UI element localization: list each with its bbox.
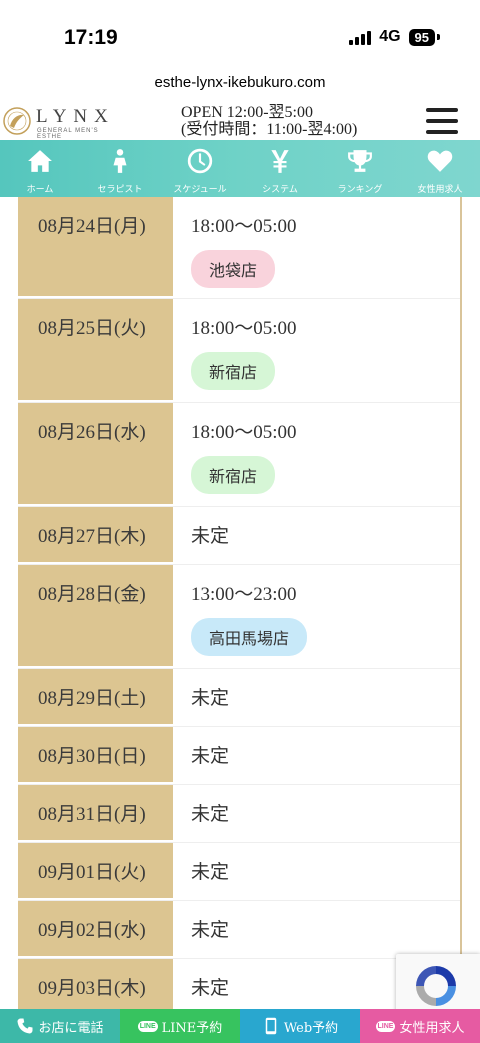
line-reserve-button[interactable]: LINE LINE予約: [120, 1009, 240, 1043]
schedule-row: 09月03日(木) 未定: [18, 959, 460, 1009]
smartphone-icon: [265, 1017, 277, 1035]
schedule-info: 18:00～05:00 新宿店: [173, 299, 460, 402]
store-badge[interactable]: 池袋店: [191, 250, 276, 288]
recruit-button[interactable]: LINE 女性用求人: [360, 1009, 480, 1043]
schedule-table: 08月24日(月) 18:00～05:00 池袋店 08月25日(火) 18:0…: [18, 197, 462, 1009]
schedule-date: 08月31日(月): [18, 785, 173, 842]
schedule-info: 未定: [173, 727, 460, 784]
schedule-date: 08月24日(月): [18, 197, 173, 298]
schedule-time: 18:00～05:00: [191, 216, 297, 237]
schedule-row: 08月26日(水) 18:00～05:00 新宿店: [18, 403, 460, 507]
call-store-button[interactable]: お店に電話: [0, 1009, 120, 1043]
call-store-label: お店に電話: [38, 1020, 104, 1036]
logo-text: LYNX: [36, 106, 115, 127]
schedule-info: 未定: [173, 669, 460, 726]
schedule-info: 18:00～05:00 池袋店: [173, 197, 460, 298]
schedule-date: 08月25日(火): [18, 299, 173, 402]
schedule-date: 08月26日(水): [18, 403, 173, 506]
schedule-date: 08月30日(日): [18, 727, 173, 784]
main-nav: ホーム セラピスト スケジュール システム ランキング 女性用求人: [0, 140, 480, 197]
schedule-time: 未定: [191, 862, 230, 883]
store-badge[interactable]: 高田馬場店: [191, 618, 308, 656]
battery-tip: [437, 34, 440, 40]
schedule-date: 09月01日(火): [18, 843, 173, 900]
status-time: 17:19: [64, 26, 118, 49]
schedule-info: 未定: [173, 901, 460, 958]
schedule-row: 08月27日(木) 未定: [18, 507, 460, 565]
battery-icon: 95: [408, 28, 435, 46]
address-bar-url[interactable]: esthe-lynx-ikebukuro.com: [0, 74, 480, 91]
network-label: 4G: [379, 28, 401, 45]
logo-mark-icon: [3, 107, 31, 135]
nav-label: スケジュール: [173, 185, 227, 195]
nav-item-system[interactable]: システム: [240, 140, 320, 197]
schedule-time: 未定: [191, 920, 230, 941]
nav-label: セラピスト: [97, 185, 143, 195]
schedule-row: 08月29日(土) 未定: [18, 669, 460, 727]
line-reserve-label: LINE予約: [161, 1020, 223, 1036]
store-badge[interactable]: 新宿店: [191, 456, 276, 494]
heart-icon: [427, 150, 453, 172]
phone-icon: [17, 1018, 33, 1034]
schedule-row: 09月01日(火) 未定: [18, 843, 460, 901]
schedule-date: 08月27日(木): [18, 507, 173, 564]
recaptcha-badge[interactable]: [396, 954, 480, 1014]
site-logo[interactable]: LYNX GENERAL MEN'S ESTHE: [2, 104, 115, 140]
hours-open: OPEN 12:00-翌5:00: [181, 104, 314, 121]
schedule-row: 09月02日(水) 未定: [18, 901, 460, 959]
nav-label: 女性用求人: [417, 185, 463, 195]
schedule-info: 18:00～05:00 新宿店: [173, 403, 460, 506]
schedule-time: 18:00～05:00: [191, 422, 297, 443]
schedule-info: 未定: [173, 785, 460, 842]
recaptcha-icon: [416, 966, 456, 1006]
nav-label: ランキング: [337, 185, 383, 195]
hours-reception: (受付時間：11:00-翌4:00): [181, 121, 358, 138]
schedule-row: 08月28日(金) 13:00～23:00 高田馬場店: [18, 565, 460, 669]
nav-item-therapist[interactable]: セラピスト: [80, 140, 160, 197]
nav-item-ranking[interactable]: ランキング: [320, 140, 400, 197]
schedule-info: 未定: [173, 507, 460, 564]
schedule-time: 未定: [191, 804, 230, 825]
status-bar: 17:19 4G 95: [0, 0, 480, 72]
schedule-date: 09月03日(木): [18, 959, 173, 1009]
schedule-date: 08月28日(金): [18, 565, 173, 668]
schedule-info: 未定: [173, 843, 460, 900]
hamburger-menu-icon[interactable]: [426, 108, 458, 134]
schedule-row: 08月25日(火) 18:00～05:00 新宿店: [18, 299, 460, 403]
nav-item-schedule[interactable]: スケジュール: [160, 140, 240, 197]
line-icon: LINE: [137, 1020, 158, 1032]
schedule-time: 未定: [191, 688, 230, 709]
nav-item-recruit[interactable]: 女性用求人: [400, 140, 480, 197]
signal-icon: [349, 29, 372, 45]
schedule-row: 08月24日(月) 18:00～05:00 池袋店: [18, 197, 460, 299]
yen-icon: [271, 150, 289, 173]
site-header: LYNX GENERAL MEN'S ESTHE OPEN 12:00-翌5:0…: [0, 100, 480, 140]
home-icon: [28, 150, 52, 172]
schedule-row: 08月31日(月) 未定: [18, 785, 460, 843]
clock-icon: [187, 148, 213, 174]
status-indicators: 4G 95: [349, 28, 440, 46]
nav-label: ホーム: [26, 185, 54, 195]
schedule-date: 09月02日(水): [18, 901, 173, 958]
schedule-info: 13:00～23:00 高田馬場店: [173, 565, 460, 668]
web-reserve-label: Web予約: [283, 1020, 339, 1036]
logo-subtitle: GENERAL MEN'S ESTHE: [37, 128, 99, 140]
schedule-time: 13:00～23:00: [191, 584, 297, 605]
web-reserve-button[interactable]: Web予約: [240, 1009, 360, 1043]
nav-label: システム: [262, 185, 298, 195]
store-badge[interactable]: 新宿店: [191, 352, 276, 390]
person-icon: [113, 149, 127, 173]
trophy-icon: [348, 150, 372, 172]
schedule-date: 08月29日(土): [18, 669, 173, 726]
line-icon: LINE: [375, 1020, 396, 1032]
business-hours: OPEN 12:00-翌5:00 (受付時間：11:00-翌4:00): [181, 104, 357, 138]
schedule-time: 未定: [191, 746, 230, 767]
nav-item-home[interactable]: ホーム: [0, 140, 80, 197]
bottom-action-bar: お店に電話 LINE LINE予約 Web予約 LINE 女性用求人: [0, 1009, 480, 1043]
recruit-label: 女性用求人: [399, 1020, 465, 1036]
schedule-time: 未定: [191, 526, 230, 547]
schedule-time: 18:00～05:00: [191, 318, 297, 339]
schedule-row: 08月30日(日) 未定: [18, 727, 460, 785]
